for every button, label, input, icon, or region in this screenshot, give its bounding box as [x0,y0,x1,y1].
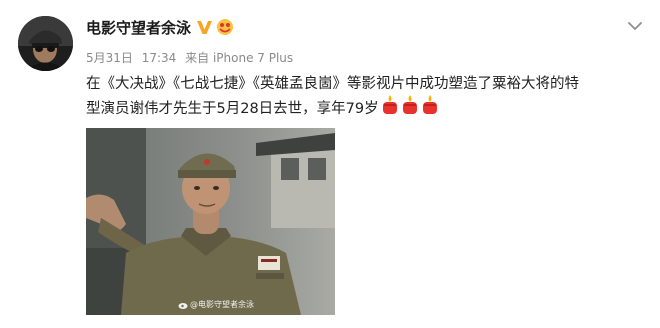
post-text-line: 在《大决战》《七战七捷》《英雄孟良崮》等影视片中成功塑造了粟裕大将的特 [86,72,646,97]
post-text-line-2: 型演员谢伟才先生于5月28日去世，享年79岁 [86,101,379,117]
post-text: 在《大决战》《七战七捷》《英雄孟良崮》等影视片中成功塑造了粟裕大将的特 型演员谢… [86,72,646,122]
author-name[interactable]: 电影守望者余泳 [86,16,234,38]
chevron-down-icon[interactable] [626,18,644,32]
post-text-line: 型演员谢伟才先生于5月28日去世，享年79岁 [86,95,646,124]
candle-lantern-emoji [381,95,399,124]
member-badge-icon[interactable] [216,18,234,36]
post-photo[interactable]: @电影守望者余泳 [86,128,335,315]
weibo-logo-icon [178,302,188,309]
watermark-text: @电影守望者余泳 [190,300,254,309]
author-avatar[interactable] [18,16,73,71]
post-time[interactable]: 17:34 [142,51,177,65]
post-meta: 5月31日 17:34 来自 iPhone 7 Plus [86,49,298,66]
author-name-text[interactable]: 电影守望者余泳 [86,17,191,38]
candle-lantern-emoji [421,95,439,124]
post-source: 来自 iPhone 7 Plus [185,51,294,65]
post-text-line-1: 在《大决战》《七战七捷》《英雄孟良崮》等影视片中成功塑造了粟裕大将的特 [86,76,579,92]
photo-watermark: @电影守望者余泳 [178,299,254,310]
candle-lantern-emoji [401,95,419,124]
post-date[interactable]: 5月31日 [86,51,133,65]
verified-v-icon [196,20,213,35]
